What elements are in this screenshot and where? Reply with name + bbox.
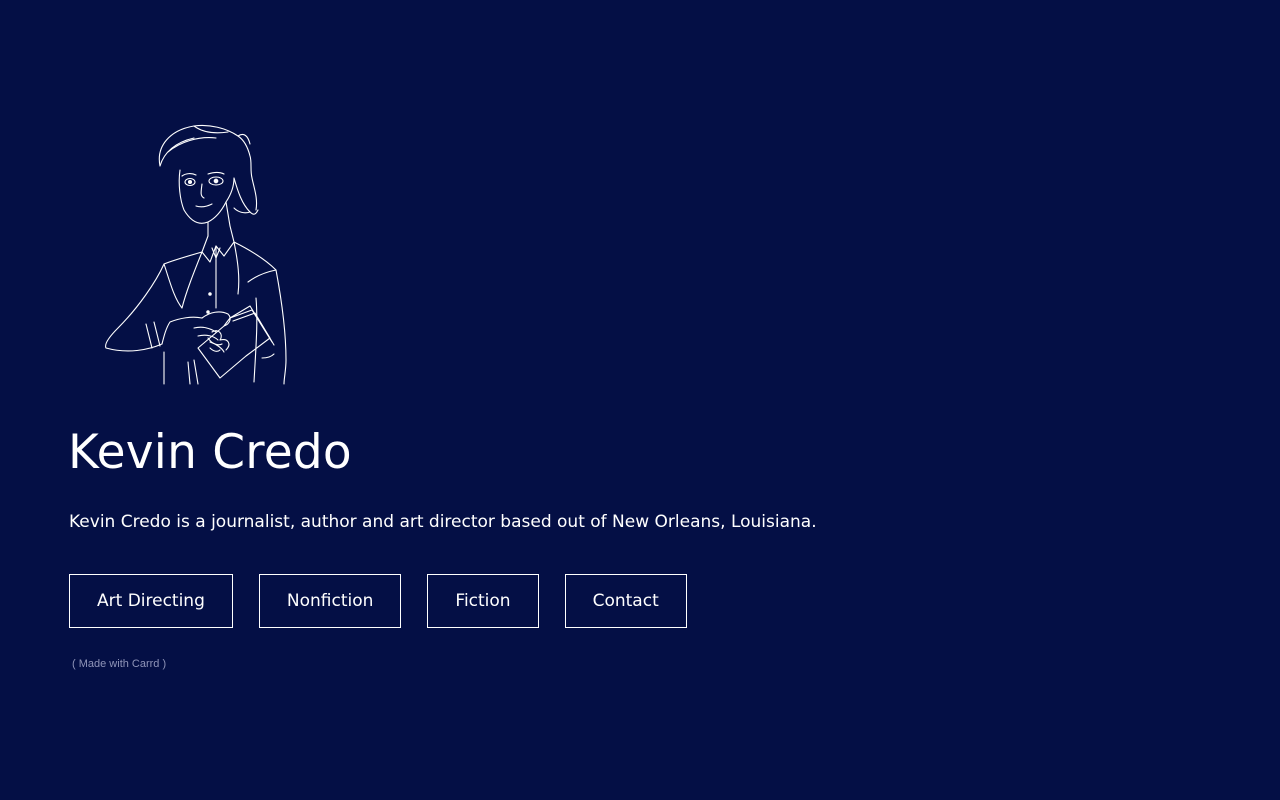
made-with-credit: ( Made with Carrd ) <box>72 656 166 672</box>
portrait-drawing <box>105 124 287 385</box>
page-title: Kevin Credo <box>68 425 352 480</box>
credit-close-paren: ) <box>162 658 167 670</box>
art-directing-button[interactable]: Art Directing <box>69 574 233 628</box>
page: Kevin Credo Kevin Credo is a journalist,… <box>0 0 1280 800</box>
portrait-illustration <box>98 122 294 386</box>
bio-text: Kevin Credo is a journalist, author and … <box>69 512 817 532</box>
contact-button[interactable]: Contact <box>564 574 687 628</box>
credit-open-paren: ( <box>72 658 76 670</box>
made-with-carrd-link[interactable]: Made with Carrd <box>79 658 160 670</box>
nav-buttons: Art Directing Nonfiction Fiction Contact <box>69 574 687 628</box>
fiction-button[interactable]: Fiction <box>427 574 539 628</box>
nonfiction-button[interactable]: Nonfiction <box>258 574 402 628</box>
